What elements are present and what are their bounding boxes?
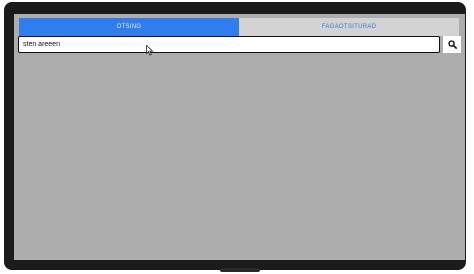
search-input[interactable] xyxy=(18,36,440,53)
tab-fagaotsiturad[interactable]: FAGAOTSITURAD xyxy=(239,18,459,36)
tab-otsing[interactable]: OTSING xyxy=(19,18,239,36)
mouse-pointer-icon xyxy=(146,45,154,56)
search-row xyxy=(18,36,463,53)
search-button[interactable] xyxy=(443,36,461,53)
tab-bar: OTSING FAGAOTSITURAD xyxy=(19,18,459,36)
tab-fagaotsiturad-label: FAGAOTSITURAD xyxy=(321,24,377,30)
app-screen: OTSING FAGAOTSITURAD xyxy=(14,14,465,260)
tab-otsing-label: OTSING xyxy=(116,24,142,30)
device-frame: OTSING FAGAOTSITURAD xyxy=(0,0,474,274)
device-bottom-indicator xyxy=(220,268,260,272)
search-icon xyxy=(447,40,457,49)
